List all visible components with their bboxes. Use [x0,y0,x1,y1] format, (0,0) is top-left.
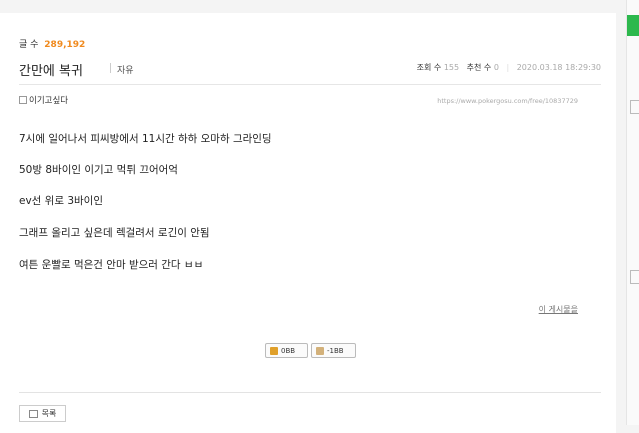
list-button[interactable]: 목록 [19,405,66,422]
post-url[interactable]: https://www.pokergosu.com/free/10837729 [437,97,578,105]
body-line: 그래프 올리고 싶은데 렉걸려서 로긴이 안됨 [19,227,210,239]
header-divider [19,84,601,85]
post-count-label: 글 수 [19,40,39,50]
upvote-button[interactable]: 0BB [265,343,308,358]
thumbs-up-icon [270,346,278,355]
post-card: 글 수 289,192 간만에 복귀 자유 조회 수 155 추천 수 0 | … [0,13,616,433]
list-label: 목록 [41,409,57,418]
thumbs-down-icon [316,346,324,355]
list-icon [28,409,38,418]
views-label: 조회 수 [416,63,442,72]
body-line: 50방 8바이인 이기고 먹튀 끄어어억 [19,164,178,176]
sidebar-green-tab[interactable] [627,15,639,36]
post-count-value: 289,192 [44,40,86,50]
post-meta: 조회 수 155 추천 수 0 | 2020.03.18 18:29:30 [417,62,601,73]
sidebar-box [630,100,639,114]
post-title: 간만에 복귀 [19,64,83,79]
footer-divider [19,392,601,393]
downvote-button[interactable]: -1BB [311,343,356,358]
views-value: 155 [443,63,460,72]
sidebar-box [630,270,639,284]
meta-divider: | [506,63,510,72]
post-category[interactable]: 자유 [117,63,134,76]
user-icon [19,95,27,104]
post-header: 간만에 복귀 자유 조회 수 155 추천 수 0 | 2020.03.18 1… [19,60,601,82]
title-divider [110,63,111,73]
right-sidebar [626,0,639,425]
author-name: 이기고싶다 [29,96,69,106]
body-line: 여튼 운빨로 먹은건 안마 받으러 간다 ㅂㅂ [19,259,204,271]
recommend-value: 0 [493,63,499,72]
post-date: 2020.03.18 18:29:30 [516,63,601,72]
upvote-label: 0BB [281,346,296,355]
post-count: 글 수 289,192 [19,37,85,50]
body-line: ev선 위로 3바이인 [19,195,103,207]
post-author[interactable]: 이기고싶다 [19,94,68,106]
other-posts-link[interactable]: 이 게시물을 [539,304,578,315]
downvote-label: -1BB [327,346,344,355]
recommend-label: 추천 수 [466,63,492,72]
body-line: 7시에 일어나서 피씨방에서 11시간 하하 오마하 그라인딩 [19,133,272,145]
